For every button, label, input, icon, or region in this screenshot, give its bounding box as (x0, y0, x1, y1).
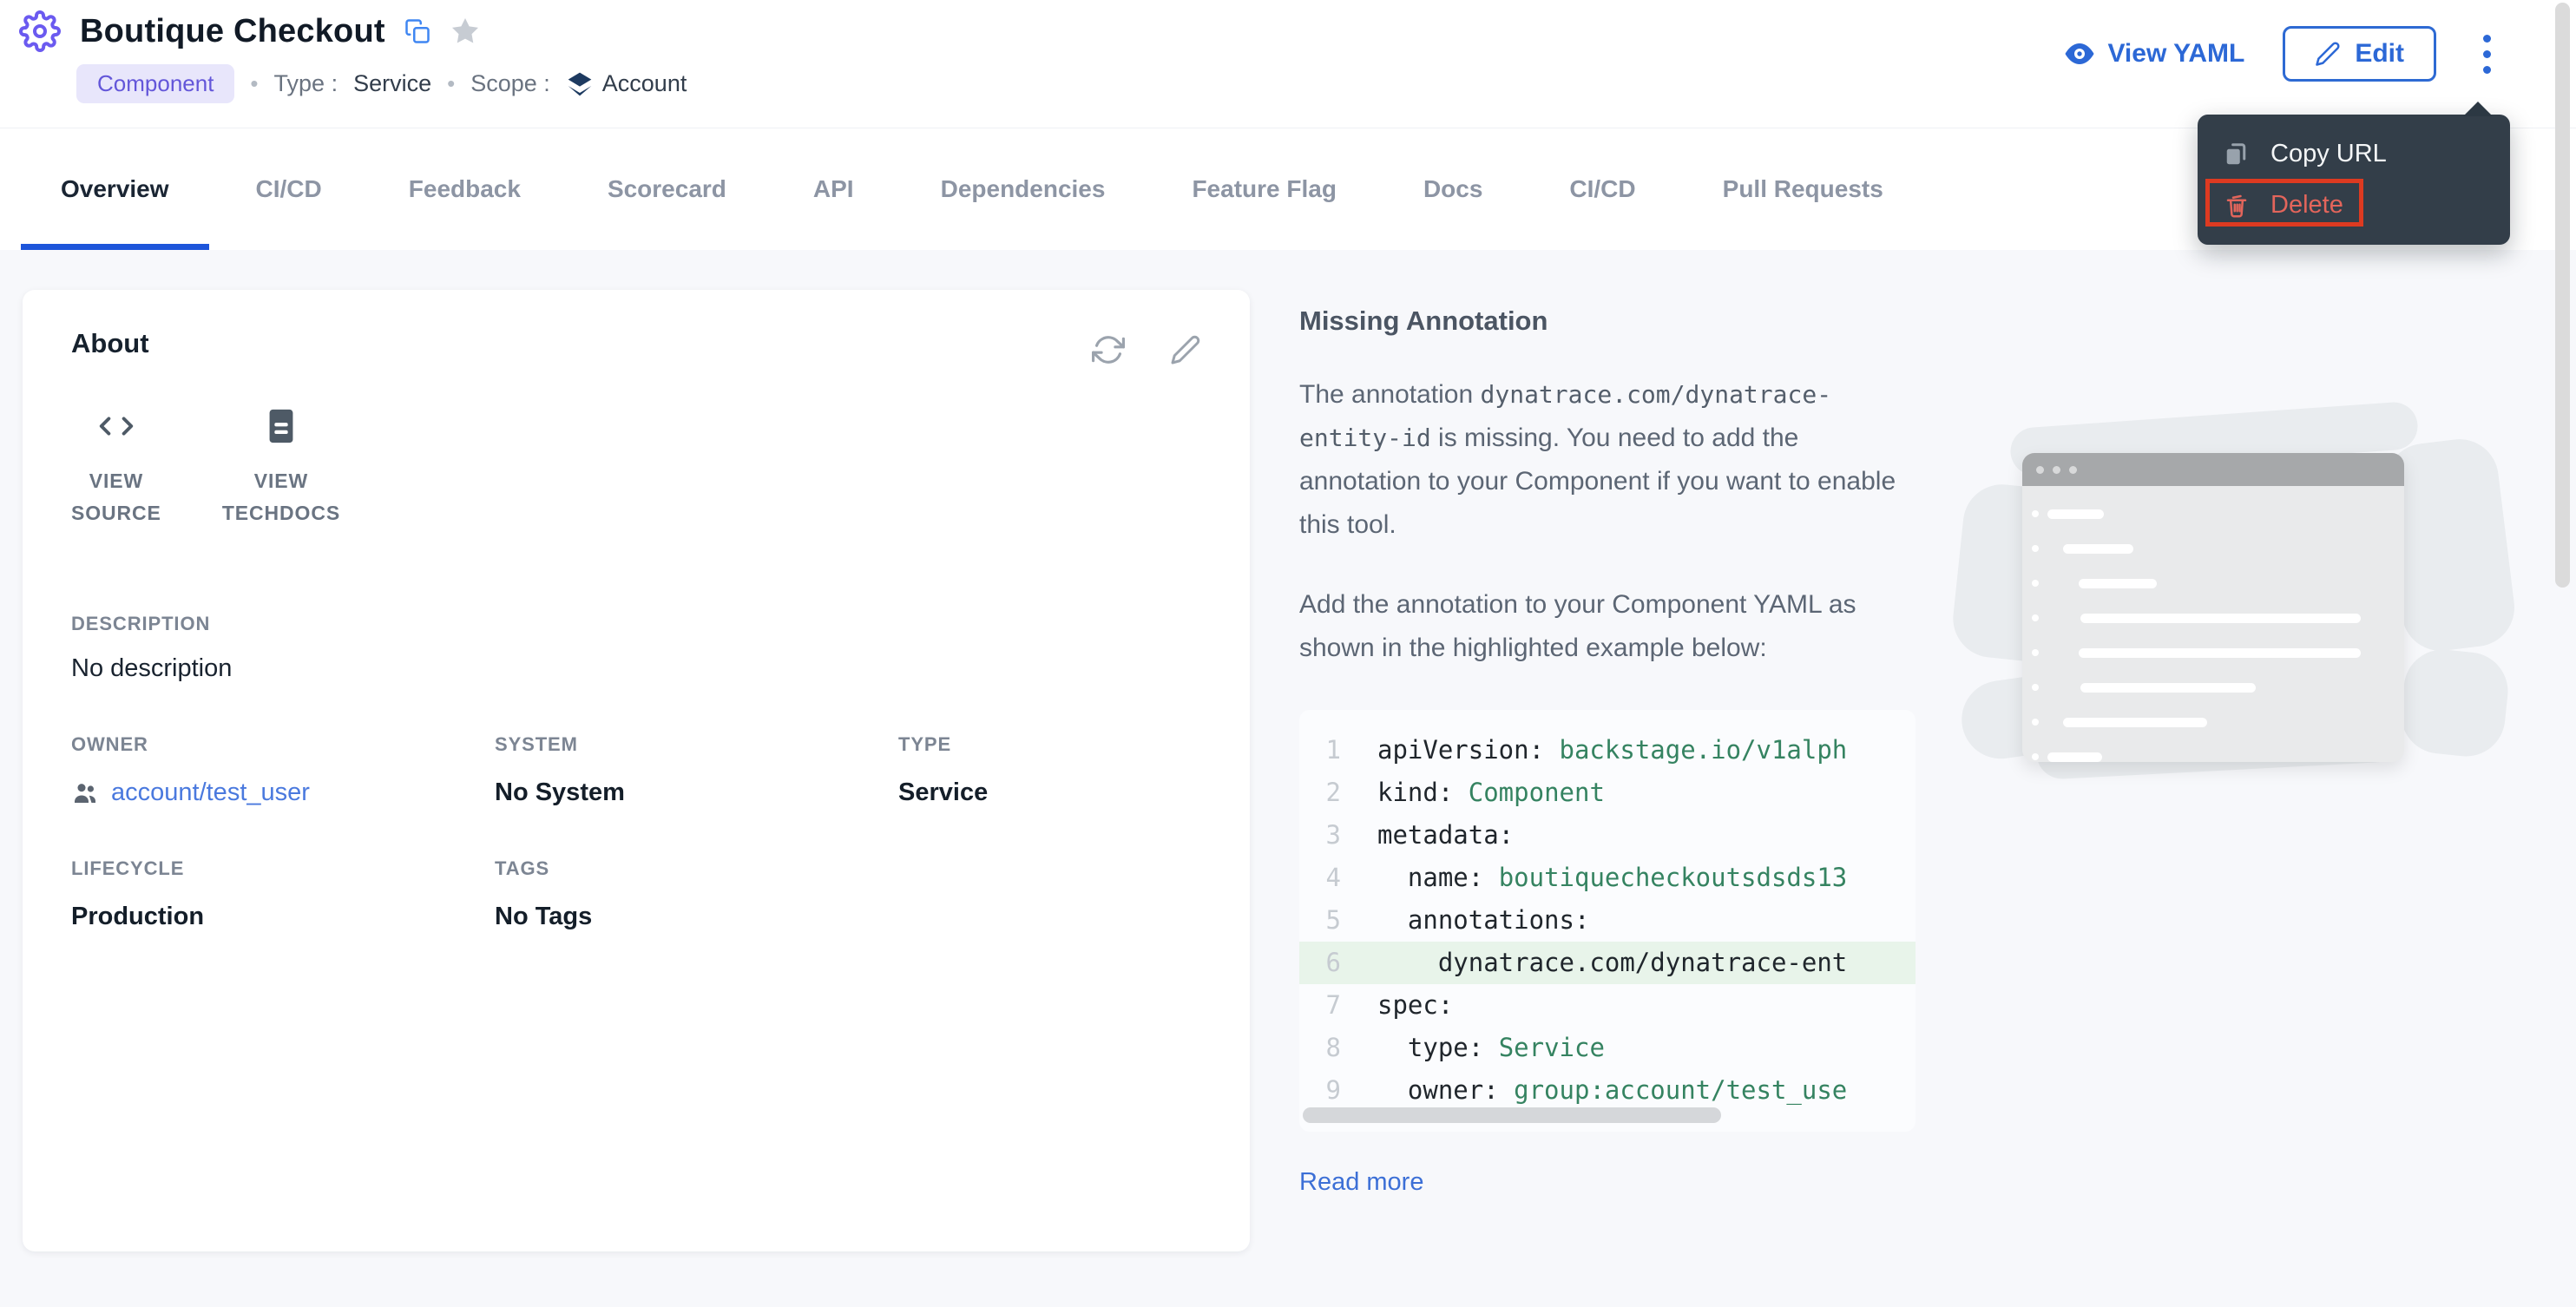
tab-overview[interactable]: Overview (17, 128, 213, 250)
yaml-code-block: 1apiVersion: backstage.io/v1alph2kind: C… (1299, 710, 1916, 1132)
edit-about-icon[interactable] (1170, 333, 1201, 366)
field-type: TYPE Service (898, 733, 1201, 807)
edit-button[interactable]: Edit (2283, 26, 2436, 82)
mock-browser-window (2022, 453, 2404, 762)
scope-value: Account (602, 70, 687, 97)
menu-item-label: Copy URL (2270, 140, 2387, 168)
eye-icon (2064, 38, 2095, 69)
kind-badge: Component (76, 64, 234, 103)
refresh-icon[interactable] (1092, 333, 1125, 366)
about-action-view-source[interactable]: VIEW SOURCE (71, 406, 161, 529)
browser-window-illustration (1958, 391, 2566, 772)
entity-header: Boutique Checkout Component • Type : Ser… (0, 0, 2576, 127)
delete-annotation-box (2205, 179, 2363, 227)
kebab-menu-button[interactable] (2474, 30, 2500, 79)
tab-ci-cd[interactable]: CI/CD (213, 128, 365, 250)
docs-icon (261, 406, 301, 446)
code-line-8: 8 type: Service (1299, 1027, 1916, 1069)
code-line-1: 1apiVersion: backstage.io/v1alph (1299, 729, 1916, 772)
mock-window-titlebar (2022, 453, 2404, 486)
view-yaml-label: View YAML (2107, 39, 2244, 69)
code-line-2: 2kind: Component (1299, 772, 1916, 814)
tab-scorecard[interactable]: Scorecard (564, 128, 770, 250)
tab-pull-requests[interactable]: Pull Requests (1679, 128, 1927, 250)
description-value: No description (71, 654, 1201, 683)
menu-item-copy-url[interactable]: Copy URL (2198, 128, 2510, 180)
about-card: About VIEW SOURCE VIEW TECHDOCS DESCRIPTI… (23, 290, 1250, 1251)
edit-label: Edit (2355, 39, 2404, 69)
copy-name-icon[interactable] (404, 18, 430, 44)
field-label: TAGS (495, 857, 898, 880)
code-line-5: 5 annotations: (1299, 899, 1916, 942)
field-owner: OWNER account/test_user (71, 733, 495, 807)
mock-window-content (2022, 486, 2404, 762)
field-value: No System (495, 778, 898, 807)
about-action-view-techdocs[interactable]: VIEW TECHDOCS (222, 406, 340, 529)
about-fields: OWNER account/test_userSYSTEM No SystemTYP… (71, 733, 1201, 931)
copy-filled-icon (2224, 141, 2250, 167)
pencil-icon (2315, 41, 2341, 67)
tab-feedback[interactable]: Feedback (365, 128, 564, 250)
field-lifecycle: LIFECYCLE Production (71, 857, 495, 931)
field-value: Production (71, 903, 495, 931)
entity-meta: Component • Type : Service • Scope : Acc… (76, 64, 687, 103)
view-yaml-button[interactable]: View YAML (2064, 38, 2244, 69)
tab-dependencies[interactable]: Dependencies (897, 128, 1149, 250)
code-line-3: 3metadata: (1299, 814, 1916, 857)
missing-annotation-title: Missing Annotation (1299, 305, 2532, 337)
meta-separator: • (447, 70, 455, 97)
about-actions: VIEW SOURCE VIEW TECHDOCS (71, 406, 1201, 529)
layers-icon (566, 70, 594, 98)
code-horizontal-scrollbar[interactable] (1303, 1107, 1721, 1123)
about-action-label: VIEW TECHDOCS (222, 465, 340, 529)
code-line-4: 4 name: boutiquecheckoutsdsds13 (1299, 857, 1916, 899)
about-action-label: VIEW SOURCE (71, 465, 161, 529)
code-line-7: 7spec: (1299, 984, 1916, 1027)
type-value: Service (353, 70, 431, 97)
type-label: Type : (274, 70, 338, 97)
field-tags: TAGS No Tags (495, 857, 898, 931)
field-value: No Tags (495, 903, 898, 931)
owner-link[interactable]: account/test_user (71, 778, 495, 807)
code-line-6: 6 dynatrace.com/dynatrace-ent (1299, 942, 1916, 984)
description-label: DESCRIPTION (71, 613, 1201, 635)
star-icon[interactable] (450, 16, 481, 47)
annotation-paragraph-2: Add the annotation to your Component YAM… (1299, 583, 1907, 670)
field-label: LIFECYCLE (71, 857, 495, 880)
page-title: Boutique Checkout (80, 13, 385, 50)
tab-ci-cd[interactable]: CI/CD (1526, 128, 1679, 250)
tab-docs[interactable]: Docs (1380, 128, 1526, 250)
meta-separator: • (250, 70, 258, 97)
page: Boutique Checkout Component • Type : Ser… (0, 0, 2576, 1307)
page-vertical-scrollbar[interactable] (2555, 3, 2570, 588)
gear-icon (19, 10, 61, 52)
about-card-title: About (71, 328, 149, 359)
field-label: SYSTEM (495, 733, 898, 756)
code-line-9: 9 owner: group:account/test_use (1299, 1069, 1916, 1112)
people-icon (71, 778, 99, 806)
annotation-paragraph-1: The annotation dynatrace.com/dynatrace-e… (1299, 373, 1907, 547)
tab-api[interactable]: API (770, 128, 897, 250)
tab-feature-flag[interactable]: Feature Flag (1148, 128, 1379, 250)
tab-bar: OverviewCI/CDFeedbackScorecardAPIDepende… (0, 128, 2576, 250)
code-icon (96, 406, 136, 446)
field-value: Service (898, 778, 1201, 807)
field-label: OWNER (71, 733, 495, 756)
field-label: TYPE (898, 733, 1201, 756)
field-system: SYSTEM No System (495, 733, 898, 807)
code-lines: 1apiVersion: backstage.io/v1alph2kind: C… (1299, 729, 1916, 1112)
scope-label: Scope : (470, 70, 550, 97)
paragraph-text: The annotation (1299, 380, 1481, 409)
read-more-link[interactable]: Read more (1299, 1168, 1423, 1197)
